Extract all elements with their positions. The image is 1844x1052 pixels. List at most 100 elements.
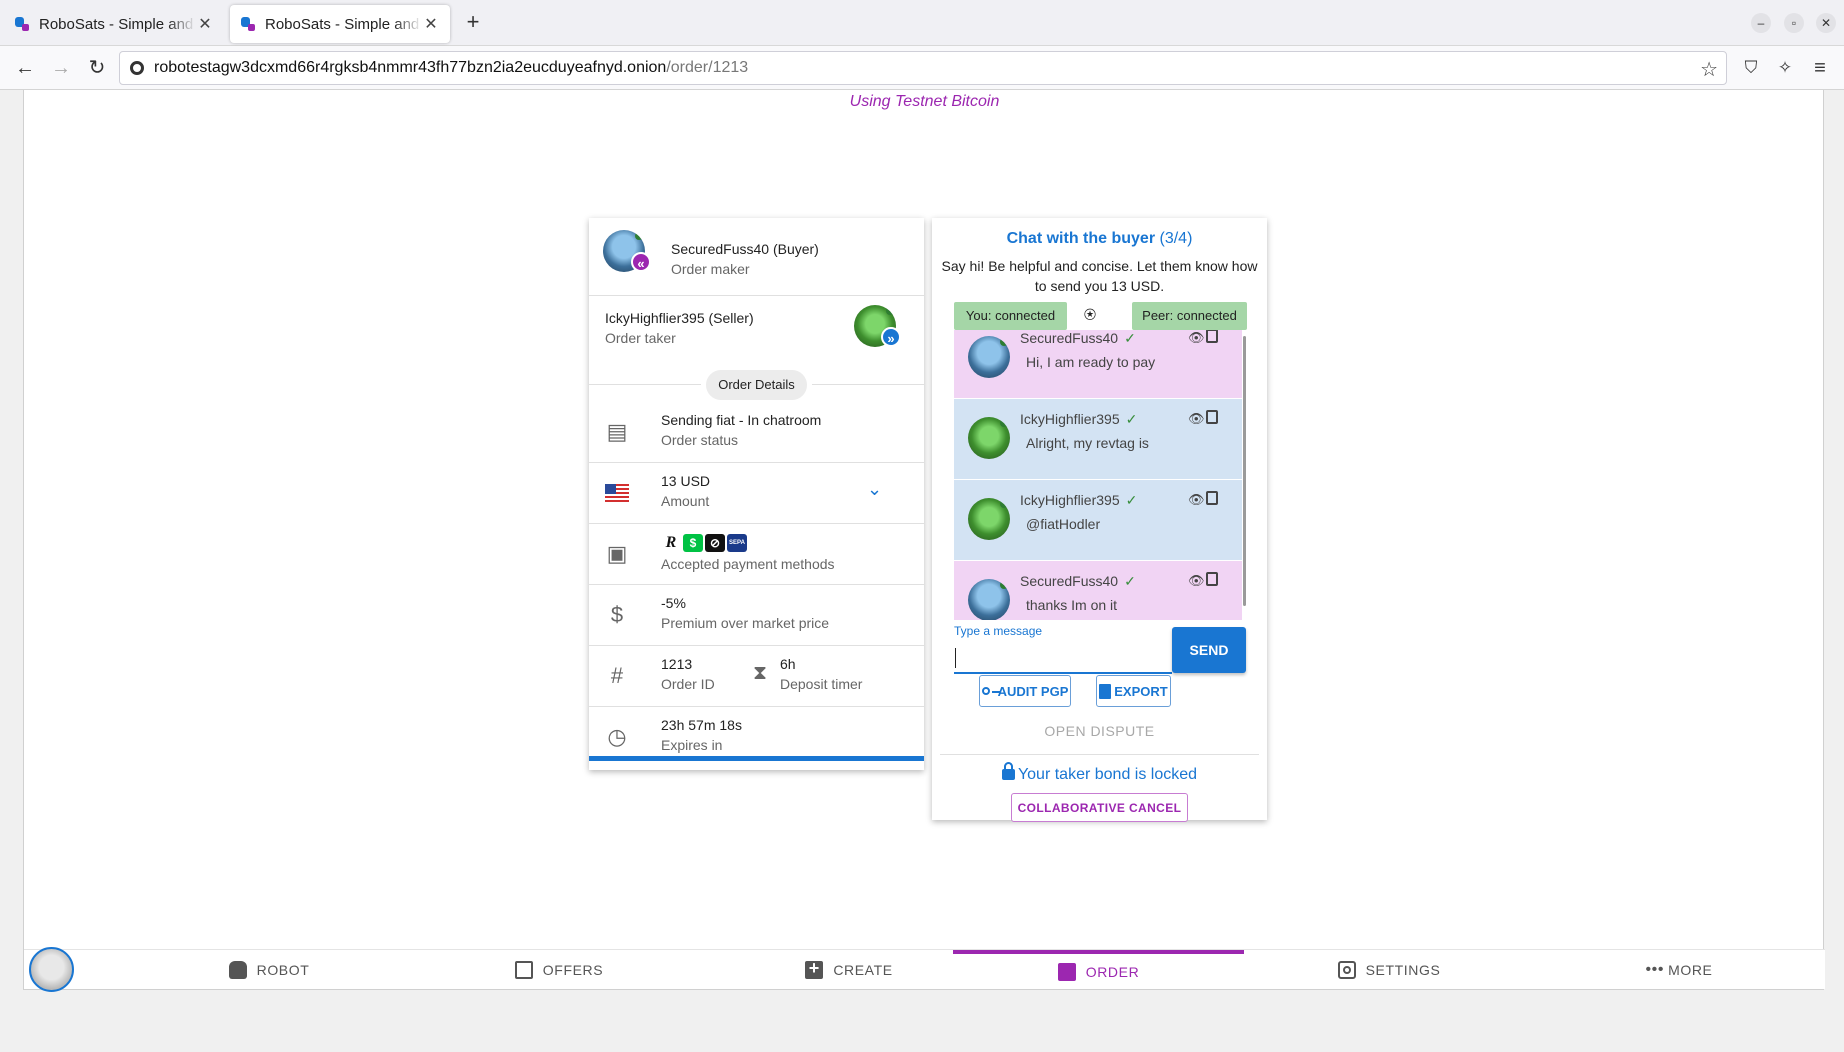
maker-name: SecuredFuss40 (Buyer)	[671, 241, 819, 257]
robot-avatar[interactable]	[29, 947, 74, 992]
chat-scrollbar[interactable]	[1243, 336, 1246, 606]
expires-label: Expires in	[661, 737, 723, 753]
expand-chevron-down-icon[interactable]: ⌄	[867, 479, 882, 500]
message-avatar	[968, 579, 1010, 620]
status-label: Order status	[661, 432, 739, 448]
assignment-icon	[1057, 963, 1076, 981]
browser-tab-2[interactable]: RoboSats - Simple and Private Bitcoin Ex…	[230, 5, 450, 43]
premium-row: $ -5% Premium over market price	[589, 585, 924, 646]
new-identity-icon[interactable]: ✧	[1772, 55, 1798, 81]
wise-icon: ⊘	[705, 534, 725, 552]
amount-value: 13 USD	[661, 473, 711, 489]
hourglass-icon: ⧗	[753, 662, 768, 684]
amount-row[interactable]: 13 USD Amount ⌄	[589, 463, 924, 524]
eye-icon[interactable]: 👁	[1188, 573, 1205, 589]
nav-offers[interactable]: OFFERS	[414, 950, 704, 990]
nav-more[interactable]: ••• MORE	[1534, 950, 1824, 990]
deposit-timer-value: 6h	[780, 656, 796, 672]
storefront-icon	[514, 961, 533, 979]
premium-value: -5%	[661, 595, 686, 611]
browser-tab-1[interactable]: RoboSats - Simple and Private Bitcoin Ex…	[4, 5, 224, 43]
maker-role: Order maker	[671, 261, 750, 277]
order-id-value: 1213	[661, 656, 693, 672]
message-author: IckyHighflier395 ✓	[1020, 411, 1138, 427]
nav-order[interactable]: ORDER	[953, 950, 1244, 990]
message-author: SecuredFuss40 ✓	[1020, 330, 1136, 346]
send-button[interactable]: SEND	[1172, 627, 1246, 673]
message-input[interactable]	[954, 642, 1168, 670]
bond-status-text: Your taker bond is locked	[1017, 766, 1198, 783]
eye-icon[interactable]: 👁	[1188, 330, 1205, 346]
copy-icon[interactable]	[1206, 491, 1218, 505]
copy-icon[interactable]	[1206, 572, 1218, 586]
lock-icon	[1001, 762, 1015, 780]
us-flag-icon	[605, 481, 629, 505]
order-details-divider: Order Details	[589, 368, 924, 402]
bookmark-star-icon[interactable]: ☆	[1700, 57, 1718, 82]
payment-methods-row: ▣ R $ ⊘ SEPA Accepted payment methods	[589, 524, 924, 585]
order-id-row: # 1213 Order ID ⧗ 6h Deposit timer	[589, 646, 924, 707]
reload-icon[interactable]: ↻	[84, 55, 110, 81]
eye-icon[interactable]: 👁	[1188, 411, 1205, 427]
robosats-favicon-icon	[240, 16, 256, 32]
chat-message: IckyHighflier395 ✓ @fiatHodler 👁	[954, 480, 1242, 560]
bond-status: Your taker bond is locked	[932, 762, 1267, 784]
nav-create[interactable]: CREATE	[704, 950, 994, 990]
checkmark-icon: ✓	[1124, 330, 1136, 346]
eye-icon[interactable]: 👁	[1188, 492, 1205, 508]
testnet-banner: Using Testnet Bitcoin	[849, 93, 1000, 110]
chat-description: Say hi! Be helpful and concise. Let them…	[941, 258, 1258, 294]
status-value: Sending fiat - In chatroom	[661, 412, 822, 428]
shield-icon[interactable]: ⛉	[1738, 55, 1764, 81]
restore-window-icon[interactable]: ▫	[1784, 13, 1804, 33]
message-text: @fiatHodler	[1026, 516, 1101, 532]
message-input-field[interactable]: Type a message	[954, 624, 1172, 674]
chat-message: SecuredFuss40 ✓ Hi, I am ready to pay 👁	[954, 330, 1242, 398]
order-id-label: Order ID	[661, 676, 715, 692]
revolut-icon: R	[661, 534, 681, 552]
payment-methods-label: Accepted payment methods	[661, 556, 835, 572]
bottom-navigation: ROBOT OFFERS CREATE ORDER SETTINGS •••MO…	[24, 947, 1825, 992]
robot-icon	[228, 961, 247, 979]
message-text: thanks Im on it	[1026, 597, 1118, 613]
order-details-chip: Order Details	[706, 370, 807, 400]
order-card: « SecuredFuss40 (Buyer) Order maker Icky…	[589, 218, 924, 770]
minimize-window-icon[interactable]: –	[1751, 13, 1771, 33]
copy-icon[interactable]	[1206, 330, 1218, 343]
nav-settings[interactable]: SETTINGS	[1244, 950, 1534, 990]
close-tab-icon[interactable]: ✕	[196, 14, 214, 34]
premium-label: Premium over market price	[661, 615, 830, 631]
hash-icon: #	[610, 663, 624, 688]
message-avatar	[968, 417, 1010, 459]
export-button[interactable]: EXPORT	[1096, 675, 1171, 707]
chat-messages[interactable]: SecuredFuss40 ✓ Hi, I am ready to pay 👁 I…	[954, 330, 1246, 620]
message-author: SecuredFuss40 ✓	[1020, 573, 1136, 589]
checkmark-icon: ✓	[1124, 573, 1136, 589]
collaborative-cancel-button[interactable]: COLLABORATIVE CANCEL	[1011, 793, 1188, 822]
message-input-label: Type a message	[954, 624, 1043, 638]
peer-connected-badge: Peer: connected	[1132, 302, 1247, 330]
sepa-icon: SEPA	[727, 534, 747, 552]
add-box-icon	[805, 958, 824, 979]
forward-arrow-icon[interactable]: →	[48, 55, 74, 81]
onion-site-icon[interactable]	[130, 61, 144, 75]
export-icon	[1099, 683, 1112, 699]
fingerprint-icon[interactable]: ⍟	[1084, 304, 1096, 327]
nav-robot[interactable]: ROBOT	[124, 950, 414, 990]
copy-icon[interactable]	[1206, 410, 1218, 424]
close-tab-icon[interactable]: ✕	[422, 14, 440, 34]
page-content: Using Testnet Bitcoin « SecuredFuss40 (B…	[23, 90, 1825, 992]
menu-icon[interactable]: ≡	[1807, 55, 1833, 81]
back-arrow-icon[interactable]: ←	[12, 55, 38, 81]
status-row: ▤ Sending fiat - In chatroom Order statu…	[589, 402, 924, 463]
close-window-icon[interactable]: ✕	[1816, 13, 1836, 33]
expiry-progress-bar	[589, 756, 924, 761]
robosats-favicon-icon	[14, 16, 30, 32]
new-tab-button[interactable]: +	[460, 10, 486, 36]
audit-pgp-button[interactable]: AUDIT PGP	[979, 675, 1071, 707]
chat-message: IckyHighflier395 ✓ Alright, my revtag is …	[954, 399, 1242, 479]
address-bar[interactable]: robotestagw3dcxmd66r4rgksb4nmmr43fh77bzn…	[119, 51, 1727, 85]
open-dispute-button[interactable]: OPEN DISPUTE	[932, 723, 1267, 739]
clock-icon: ◷	[607, 724, 627, 749]
you-connected-badge: You: connected	[954, 302, 1067, 330]
